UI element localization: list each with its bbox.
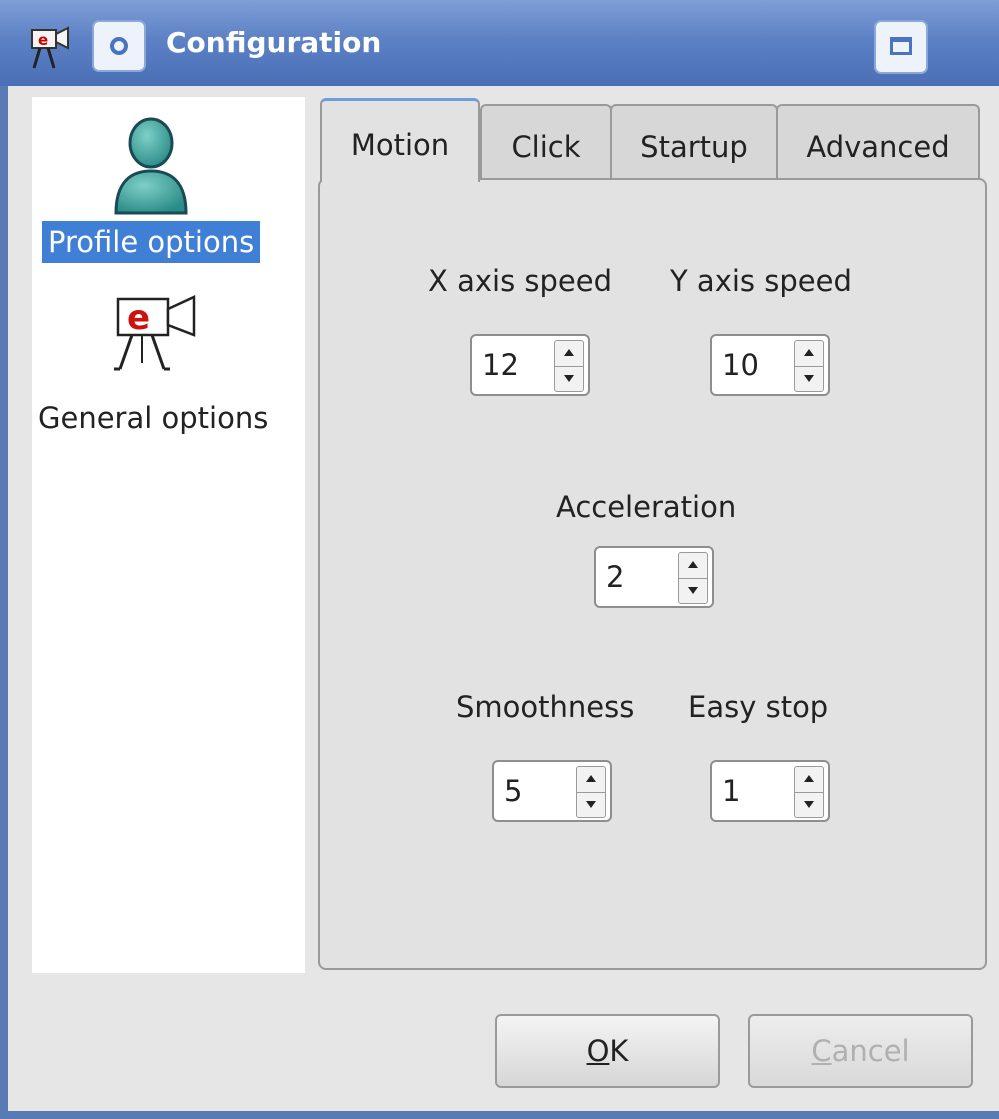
sidebar-item-general-options[interactable]: e General options xyxy=(32,287,305,457)
easy-stop-spinbox[interactable]: 1 xyxy=(710,760,830,822)
spin-up-icon[interactable] xyxy=(795,767,823,793)
ok-button[interactable]: OK xyxy=(495,1014,720,1088)
cancel-label-rest: ancel xyxy=(831,1034,910,1068)
tab-advanced[interactable]: Advanced xyxy=(776,104,980,180)
tab-click[interactable]: Click xyxy=(480,104,612,180)
maximize-button[interactable] xyxy=(874,20,928,74)
spin-down-icon[interactable] xyxy=(795,366,823,391)
acceleration-spinbox[interactable]: 2 xyxy=(594,546,714,608)
y-axis-speed-label: Y axis speed xyxy=(670,264,852,298)
smoothness-label: Smoothness xyxy=(456,690,635,724)
window-menu-button[interactable] xyxy=(92,20,146,72)
window-menu-icon xyxy=(110,37,128,55)
y-axis-speed-value[interactable]: 10 xyxy=(722,348,759,382)
smoothness-value[interactable]: 5 xyxy=(504,774,522,808)
tab-motion[interactable]: Motion xyxy=(320,98,480,182)
sidebar-item-label: Profile options xyxy=(42,221,261,263)
easy-stop-label: Easy stop xyxy=(688,690,829,724)
spin-arrows xyxy=(794,766,824,818)
acceleration-label: Acceleration xyxy=(556,490,737,524)
user-profile-icon xyxy=(110,113,192,221)
spin-arrows xyxy=(794,340,824,392)
spin-arrows xyxy=(554,340,584,392)
sidebar-item-profile-options[interactable]: Profile options xyxy=(32,97,305,287)
app-camera-icon[interactable]: e xyxy=(26,24,76,74)
smoothness-spinbox[interactable]: 5 xyxy=(492,760,612,822)
spin-up-icon[interactable] xyxy=(555,341,583,367)
acceleration-value[interactable]: 2 xyxy=(606,560,624,594)
y-axis-speed-spinbox[interactable]: 10 xyxy=(710,334,830,396)
ok-label-rest: K xyxy=(609,1034,629,1068)
sidebar-item-label: General options xyxy=(38,401,269,435)
svg-text:e: e xyxy=(127,298,150,338)
spin-up-icon[interactable] xyxy=(577,767,605,793)
maximize-icon xyxy=(890,37,912,55)
tab-startup[interactable]: Startup xyxy=(610,104,778,180)
sidebar: Profile options e General options xyxy=(32,97,305,973)
ok-mnemonic: O xyxy=(586,1034,610,1068)
spin-up-icon[interactable] xyxy=(679,553,707,579)
svg-text:e: e xyxy=(38,31,48,49)
title-bar[interactable]: e Configuration xyxy=(0,0,999,86)
x-axis-speed-value[interactable]: 12 xyxy=(482,348,519,382)
cancel-button[interactable]: Cancel xyxy=(748,1014,973,1088)
spin-up-icon[interactable] xyxy=(795,341,823,367)
spin-down-icon[interactable] xyxy=(577,792,605,817)
motion-tab-panel: X axis speed Y axis speed 12 10 Accelera… xyxy=(318,178,987,970)
spin-down-icon[interactable] xyxy=(795,792,823,817)
cancel-mnemonic: C xyxy=(811,1034,832,1068)
window-title: Configuration xyxy=(166,26,382,59)
x-axis-speed-label: X axis speed xyxy=(428,264,613,298)
spin-arrows xyxy=(576,766,606,818)
x-axis-speed-spinbox[interactable]: 12 xyxy=(470,334,590,396)
camera-e-icon: e xyxy=(110,293,210,377)
spin-down-icon[interactable] xyxy=(679,578,707,603)
easy-stop-value[interactable]: 1 xyxy=(722,774,740,808)
spin-arrows xyxy=(678,552,708,604)
spin-down-icon[interactable] xyxy=(555,366,583,391)
